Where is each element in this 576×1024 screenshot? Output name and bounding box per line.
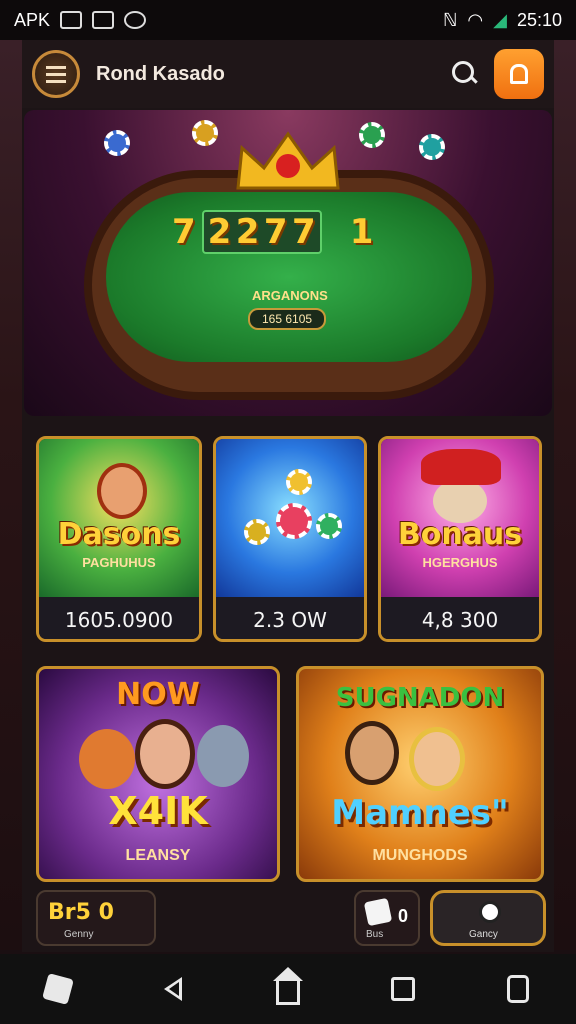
home-icon [272,967,303,1005]
fox-icon [79,729,135,789]
game-cards: Dasons PAGHUHUS 1605.0900 2.3 OW Bonaus … [36,436,542,642]
reel-symbol: 7 [292,212,316,252]
hamburger-icon [46,64,66,85]
promo-card[interactable]: NOW X4IK LEANSY [36,666,280,882]
app-container: Rond Kasado 7 2 2 7 7 1 ARGANONS 165 610… [22,40,554,952]
character-icon [97,463,147,519]
game-card-subtitle: HGERGHUS [422,555,498,570]
phone-icon [507,975,530,1003]
back-icon [163,977,182,1001]
character-icon [135,719,195,789]
crown-icon [236,131,340,190]
reel-symbol: 2 [207,212,232,252]
game-card[interactable]: Dasons PAGHUHUS 1605.0900 [36,436,202,642]
poker-chip-icon [359,122,385,148]
games-icon [479,901,501,923]
recents-button[interactable] [383,969,423,1009]
games-label: Gancy [469,929,498,940]
reel-symbol: 7 [263,212,288,252]
character-icon [345,721,399,785]
game-card-title: Bonaus [397,517,523,552]
clock-text: 25:10 [516,9,562,30]
home-button[interactable] [268,967,308,1009]
app-header: Rond Kasado [22,40,554,108]
status-apk-text: APK [14,9,51,30]
hero-banner[interactable]: 7 2 2 7 7 1 ARGANONS 165 6105 [24,110,552,416]
shield-icon [124,11,147,29]
game-card-value: 2.3 OW [216,597,364,639]
search-icon[interactable] [450,59,480,89]
game-card[interactable]: Bonaus HGERGHUS 4,8 300 [378,436,542,642]
reel-symbol: 2 [235,212,260,252]
wifi-icon: ◠ [467,9,484,30]
game-card-art: Bonaus HGERGHUS [381,439,539,597]
poker-table [84,170,494,400]
balance-label: Genny [64,929,94,940]
wolf-icon [197,725,249,787]
bottom-toolbar: Br5 0 Genny 0 Bus Gancy [36,890,548,946]
poker-chip-icon [316,513,342,539]
game-card-title: Dasons [57,517,181,552]
dice-icon [363,897,393,927]
menu-button[interactable] [32,50,80,98]
hero-value: 165 6105 [248,308,327,330]
balance-value: Br5 0 [48,900,114,925]
puzzle-icon [41,973,74,1005]
app-title: Rond Kasado [96,62,225,85]
system-nav-bar [0,954,576,1024]
notification-button[interactable] [494,49,544,99]
promo-title: X4IK [108,789,208,833]
balance-widget[interactable]: Br5 0 Genny [36,890,156,946]
back-button[interactable] [153,969,193,1009]
nfc-icon: ℕ [442,9,458,30]
recents-icon [391,977,416,1001]
game-card-subtitle: PAGHUHUS [82,555,156,570]
reel-window: 2 2 7 7 [201,210,322,254]
game-card-value: 1605.0900 [39,597,199,639]
promo-subtitle: LEANSY [125,847,191,864]
bell-icon [510,64,528,84]
poker-chip-icon [244,519,270,545]
dice-label: Bus [366,929,384,940]
phone-button[interactable] [498,969,538,1009]
games-button[interactable]: Gancy [430,890,546,946]
reel-symbol: 7 [172,212,196,252]
hero-label: ARGANONS [252,288,328,303]
promo-card[interactable]: SUGNADON Mamnes" MUNGHODS [296,666,544,882]
dice-button[interactable]: 0 Bus [354,890,420,946]
promo-subtitle: MUNGHODS [372,847,468,864]
hat-icon [421,449,501,485]
promo-title: Mamnes" [331,793,509,833]
poker-chip-icon [104,130,130,156]
signal-icon: ◢ [493,9,507,30]
poker-chip-icon [419,134,445,160]
game-card-art: Dasons PAGHUHUS [39,439,199,597]
game-card-value: 4,8 300 [381,597,539,639]
promo-heading: SUGNADON [335,683,505,713]
poker-chip-icon [286,469,312,495]
game-card[interactable]: 2.3 OW [213,436,367,642]
puzzle-button[interactable] [38,969,78,1009]
reel-symbol: 1 [349,212,374,252]
mail-icon [92,11,115,29]
poker-chip-icon [192,120,218,146]
dice-count: 0 [398,906,409,926]
poker-chip-icon [276,503,312,539]
promo-heading: NOW [116,677,200,712]
gallery-icon [60,11,83,29]
slot-reels: 7 2 2 7 7 1 [172,210,373,254]
character-icon [409,727,465,791]
status-bar: APK ℕ ◠ ◢ 25:10 [0,0,576,40]
game-card-art [216,439,364,597]
